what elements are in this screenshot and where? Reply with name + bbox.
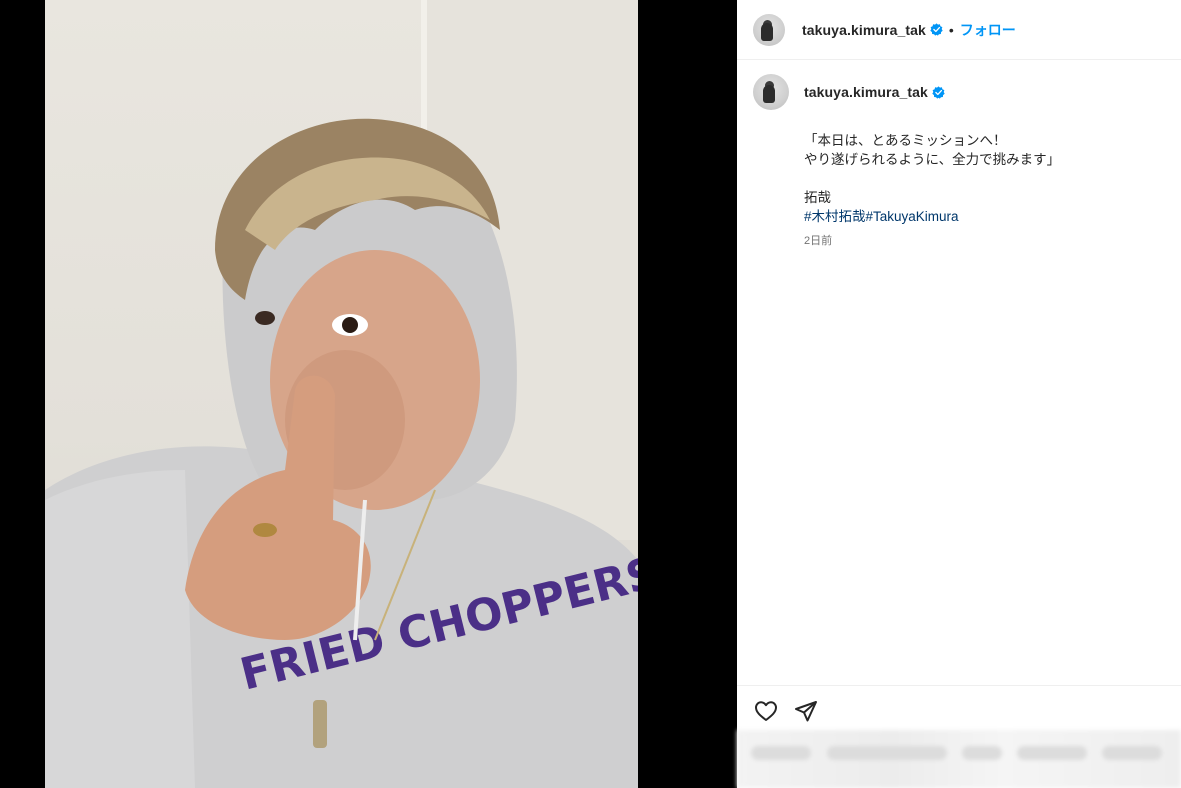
verified-badge-icon [930,23,943,36]
hashtag-list: #木村拓哉#TakuyaKimura [804,207,1164,226]
follow-button[interactable]: フォロー [960,20,1016,40]
header-username-link[interactable]: takuya.kimura_tak [802,22,926,38]
profile-avatar[interactable] [753,13,785,46]
post-details-panel: takuya.kimura_tak • フォロー takuya.kimura_t… [737,0,1181,788]
caption-username-link[interactable]: takuya.kimura_tak [804,84,928,100]
caption-line: 「本日は、とあるミッションへ！ [804,133,1007,148]
blurred-footer [737,730,1181,788]
caption-comment: takuya.kimura_tak 「本日は、とあるミッションへ！ やり遂げられ… [753,74,1163,247]
separator-dot: • [948,21,954,38]
hashtag-link[interactable]: #TakuyaKimura [866,209,959,224]
hashtag-link[interactable]: #木村拓哉 [804,209,866,224]
caption-avatar[interactable] [753,74,789,110]
heart-icon[interactable] [753,698,779,724]
caption-header: takuya.kimura_tak [753,74,1163,110]
post-actions-bar [737,685,1181,735]
post-photo[interactable]: FRIED CHOPPERS [45,0,638,788]
caption-text: 「本日は、とあるミッションへ！ やり遂げられるように、全力で挑みます」 拓哉 #… [804,131,1164,251]
caption-line: やり遂げられるように、全力で挑みます」 [804,152,1061,167]
post-timestamp[interactable]: 2日前 [804,232,1164,251]
post-header: takuya.kimura_tak • フォロー [737,0,1181,60]
paper-plane-icon[interactable] [793,698,819,724]
verified-badge-icon [932,85,945,99]
selfie-illustration: FRIED CHOPPERS [45,0,638,788]
caption-signature: 拓哉 [804,190,831,205]
post-media-area: FRIED CHOPPERS [0,0,737,788]
